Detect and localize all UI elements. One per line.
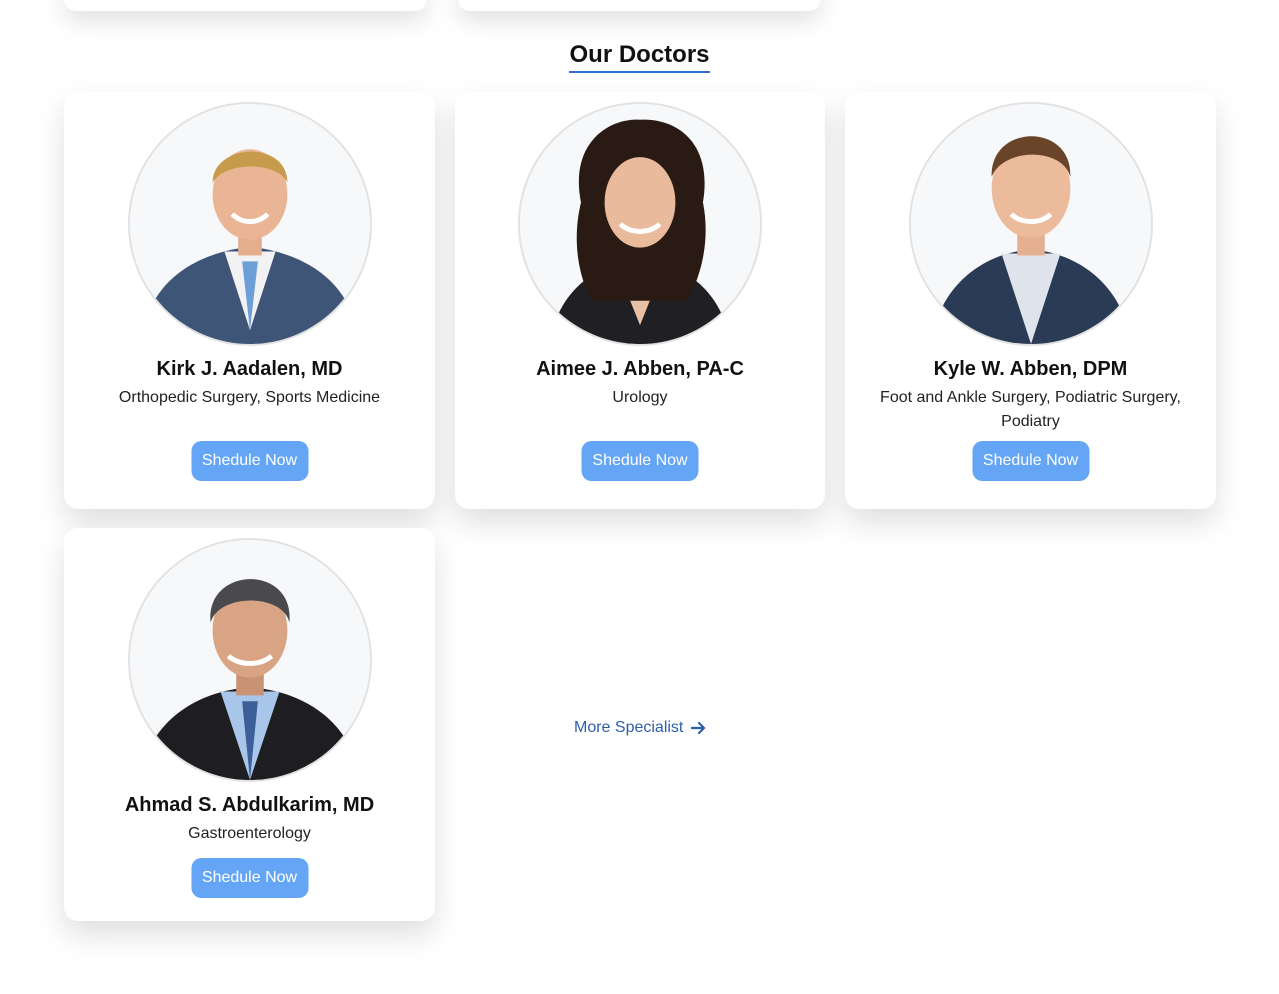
doctor-portrait-image [520,104,760,344]
doctor-specialty: Orthopedic Surgery, Sports Medicine [118,389,381,406]
more-specialist-label: More Specialist [574,719,684,736]
doctor-portrait-image [129,540,370,780]
doctor-name: Aimee J. Abben, PA-C [536,358,744,380]
more-specialist-link[interactable]: More Specialist [574,716,707,740]
doctor-photo [127,102,372,346]
doctor-card: Kyle W. Abben, DPM Foot and Ankle Surger… [845,92,1216,509]
doctor-card: Ahmad S. Abdulkarim, MD Gastroenterology… [64,528,435,921]
schedule-now-button[interactable]: Shedule Now [191,858,308,898]
doctor-specialty: Urology [612,389,668,406]
arrow-right-icon [691,721,706,735]
doctor-card: Kirk J. Aadalen, MD Orthopedic Surgery, … [64,92,435,509]
schedule-now-button[interactable]: Shedule Now [581,441,699,481]
schedule-now-button[interactable]: Shedule Now [191,441,308,481]
doctor-card: Aimee J. Abben, PA-C Urology Shedule Now [455,92,825,509]
section-heading: Our Doctors [0,40,1279,73]
doctor-photo [127,538,372,782]
doctors-page: Our Doctors Kirk J. Aadalen, MD Orthoped… [0,0,1279,994]
previous-card-bottom [64,0,427,11]
previous-card-bottom [458,0,821,11]
doctor-portrait-image [129,104,370,344]
doctor-specialty: Gastroenterology [188,825,311,842]
section-title: Our Doctors [569,40,710,73]
schedule-now-button[interactable]: Shedule Now [972,441,1089,481]
doctor-specialty: Foot and Ankle Surgery, Podiatric Surger… [880,389,1181,430]
doctor-photo [518,102,762,346]
doctor-photo [908,102,1153,346]
doctor-portrait-image [910,104,1151,344]
doctor-name: Kirk J. Aadalen, MD [156,358,343,380]
doctor-name: Ahmad S. Abdulkarim, MD [124,794,375,816]
doctor-name: Kyle W. Abben, DPM [933,358,1128,380]
